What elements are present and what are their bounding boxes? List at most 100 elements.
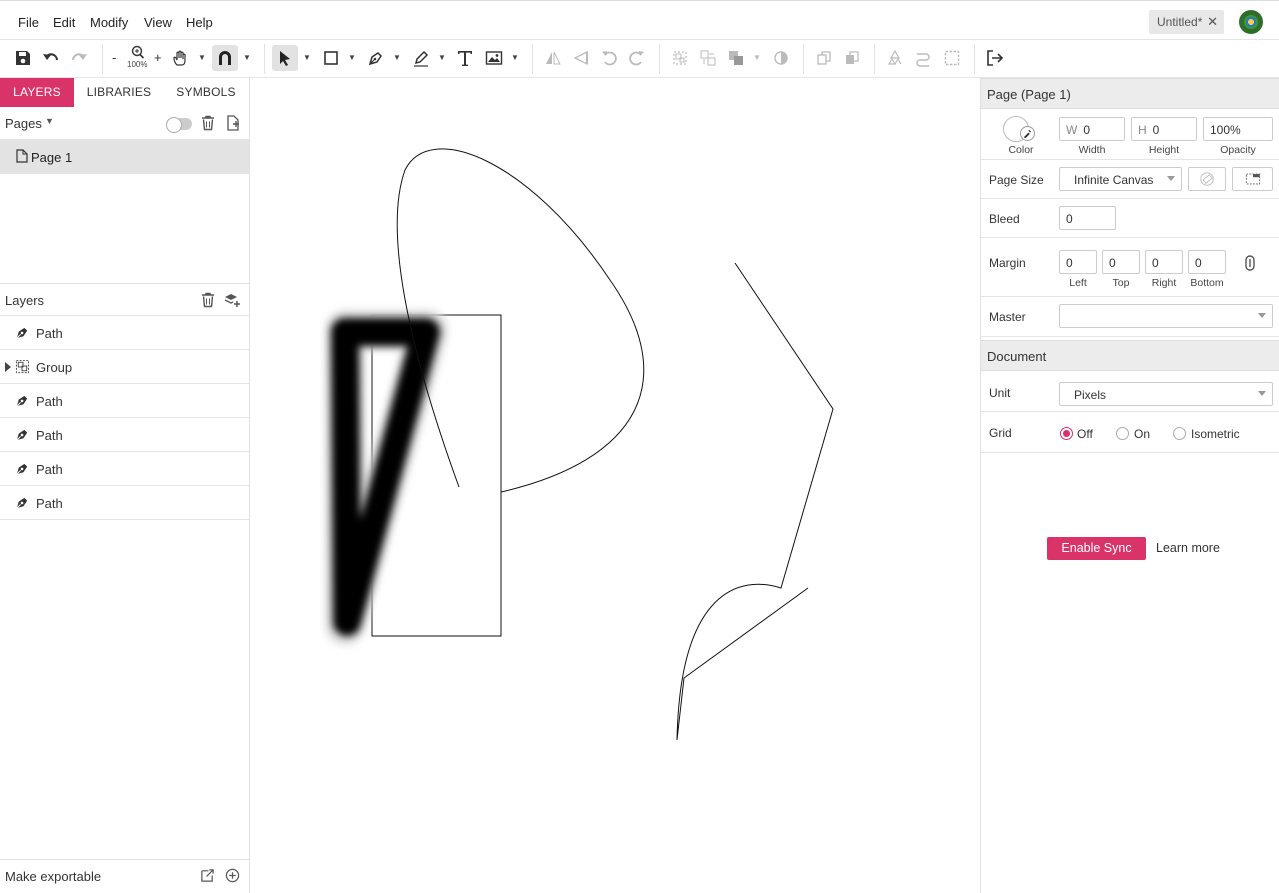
mask-icon[interactable] <box>771 48 791 68</box>
boolean-subtract-icon[interactable] <box>842 48 862 68</box>
layer-row[interactable]: Path <box>0 486 249 520</box>
arrange-icon[interactable] <box>726 48 746 68</box>
toolbar-divider <box>974 44 975 74</box>
rotate-left-icon[interactable] <box>599 48 619 68</box>
hand-tool-icon[interactable] <box>171 48 191 68</box>
export-icon[interactable] <box>985 48 1005 68</box>
avatar[interactable] <box>1239 10 1263 34</box>
grid-on-radio[interactable] <box>1116 427 1129 440</box>
margin-right-label: Right <box>1151 277 1177 289</box>
flip-horizontal-icon[interactable] <box>543 48 563 68</box>
zoom-in-button[interactable]: + <box>154 50 162 65</box>
make-exportable-label[interactable]: Make exportable <box>5 869 101 884</box>
shape-dropdown[interactable]: ▼ <box>347 51 357 65</box>
orientation-button[interactable] <box>1188 167 1226 191</box>
margin-label: Margin <box>989 256 1026 270</box>
margin-left-field[interactable]: 0 <box>1059 250 1097 274</box>
tab-libraries[interactable]: LIBRARIES <box>74 78 164 107</box>
image-tool-icon[interactable] <box>484 48 504 68</box>
menu-help[interactable]: Help <box>186 15 213 30</box>
document-tab-title: Untitled* <box>1157 15 1203 29</box>
group-icon[interactable] <box>670 48 690 68</box>
unit-select[interactable]: Pixels <box>1059 382 1273 406</box>
undo-icon[interactable] <box>41 48 61 68</box>
grid-row: Grid Off On Isometric <box>981 412 1279 453</box>
menu-view[interactable]: View <box>144 15 172 30</box>
left-panel-tabs: LAYERS LIBRARIES SYMBOLS <box>0 78 250 107</box>
grid-off-radio[interactable] <box>1060 427 1073 440</box>
menu-edit[interactable]: Edit <box>53 15 75 30</box>
bleed-field[interactable]: 0 <box>1059 206 1116 230</box>
page-size-value: Infinite Canvas <box>1074 173 1154 187</box>
add-circle-icon[interactable] <box>225 868 241 884</box>
menu-file[interactable]: File <box>18 15 39 30</box>
menu-modify[interactable]: Modify <box>90 15 128 30</box>
expand-triangle-icon[interactable] <box>5 362 11 372</box>
margin-top-field[interactable]: 0 <box>1102 250 1140 274</box>
pen-dropdown[interactable]: ▼ <box>392 51 402 65</box>
trash-icon[interactable] <box>200 115 216 131</box>
pen-tool-icon[interactable] <box>366 48 386 68</box>
hand-tool-dropdown[interactable]: ▼ <box>197 51 207 65</box>
zoom-out-button[interactable]: - <box>112 50 116 65</box>
layer-row[interactable]: Path <box>0 316 249 350</box>
rectangle-tool-icon[interactable] <box>321 48 341 68</box>
pages-toggle[interactable] <box>166 117 192 133</box>
add-layer-icon[interactable] <box>224 292 240 308</box>
zoom-icon[interactable] <box>130 45 146 59</box>
canvas-blurred-triangle-shape[interactable] <box>325 310 448 645</box>
grid-isometric-radio[interactable] <box>1173 427 1186 440</box>
path-tools-icon[interactable] <box>913 48 933 68</box>
snap-dropdown[interactable]: ▼ <box>242 51 252 65</box>
properties-panel: Page (Page 1) Color W0 Width H0 Height 1… <box>980 78 1279 893</box>
opacity-field[interactable]: 100% <box>1203 117 1273 141</box>
save-icon[interactable] <box>13 48 33 68</box>
document-tab[interactable]: Untitled* ✕ <box>1149 10 1224 34</box>
toolbar-divider <box>803 44 804 74</box>
margin-bottom-field[interactable]: 0 <box>1188 250 1226 274</box>
add-page-icon[interactable] <box>225 115 241 131</box>
select-dropdown[interactable]: ▼ <box>302 51 312 65</box>
recycle-icon[interactable] <box>885 48 905 68</box>
eyedropper-icon[interactable] <box>1020 126 1035 141</box>
pencil-dropdown[interactable]: ▼ <box>437 51 447 65</box>
export-slice-icon[interactable] <box>200 868 216 884</box>
drawing-canvas[interactable] <box>251 78 980 893</box>
text-tool-icon[interactable] <box>455 48 475 68</box>
master-select[interactable] <box>1059 304 1273 328</box>
height-field[interactable]: H0 <box>1131 117 1197 141</box>
layer-label: Path <box>36 462 63 477</box>
fit-page-button[interactable] <box>1232 167 1273 191</box>
flip-vertical-icon[interactable] <box>571 48 591 68</box>
layer-row[interactable]: Group <box>0 350 249 384</box>
page-size-select[interactable]: Infinite Canvas <box>1059 167 1182 191</box>
trash-icon[interactable] <box>200 292 216 308</box>
layer-row[interactable]: Path <box>0 418 249 452</box>
snap-magnet-icon[interactable] <box>212 45 238 71</box>
redo-icon[interactable] <box>69 48 89 68</box>
image-dropdown[interactable]: ▼ <box>510 51 520 65</box>
select-pointer-icon[interactable] <box>272 45 298 71</box>
close-icon[interactable]: ✕ <box>1207 14 1218 30</box>
width-field[interactable]: W0 <box>1059 117 1125 141</box>
pages-dropdown-icon[interactable]: ▼ <box>45 116 54 126</box>
layer-label: Path <box>36 394 63 409</box>
boolean-union-icon[interactable] <box>814 48 834 68</box>
learn-more-link[interactable]: Learn more <box>1156 541 1220 555</box>
margin-right-field[interactable]: 0 <box>1145 250 1183 274</box>
arrange-dropdown[interactable]: ▼ <box>752 51 762 65</box>
canvas-zigzag-path[interactable] <box>676 262 834 741</box>
layer-row[interactable]: Path <box>0 384 249 418</box>
pen-path-icon <box>15 325 30 340</box>
page-list-item[interactable]: Page 1 <box>0 140 249 174</box>
ungroup-icon[interactable] <box>698 48 718 68</box>
rotate-right-icon[interactable] <box>627 48 647 68</box>
pencil-tool-icon[interactable] <box>411 48 431 68</box>
tab-layers[interactable]: LAYERS <box>0 78 74 107</box>
tab-symbols[interactable]: SYMBOLS <box>164 78 248 107</box>
enable-sync-button[interactable]: Enable Sync <box>1047 537 1146 560</box>
margin-link-icon[interactable] <box>1243 255 1257 271</box>
crop-icon[interactable] <box>942 48 962 68</box>
layer-row[interactable]: Path <box>0 452 249 486</box>
canvas-drawing[interactable] <box>251 78 980 893</box>
